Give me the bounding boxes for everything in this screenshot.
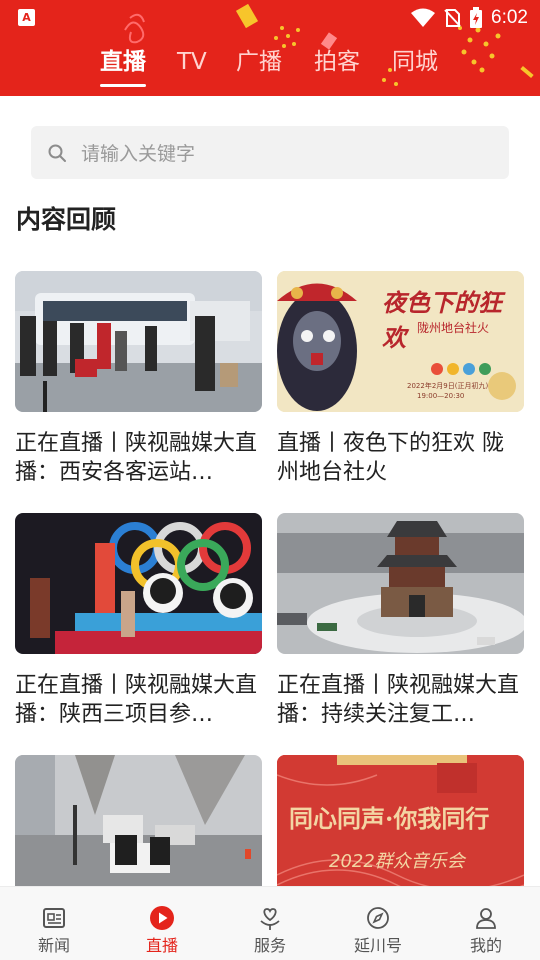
app-notification-icon: A [18, 9, 35, 26]
card-title: 直播丨夜色下的狂欢 陇州地台社火 [277, 431, 504, 485]
video-card[interactable]: 正在直播丨陕视融媒大直播：西安各客运站… [15, 271, 263, 487]
newspaper-icon [43, 908, 65, 928]
nav-label: 新闻 [37, 936, 70, 955]
card-title: 正在直播丨陕视融媒大直播：西安各客运站… [15, 431, 258, 485]
tab-live[interactable]: 直播 [100, 44, 146, 80]
category-tabs: 直播 TV 广播 拍客 同城 [0, 44, 540, 90]
active-tab-indicator [100, 84, 146, 87]
concert-poster: 同心同声·你我同行 2022群众音乐会 [277, 755, 524, 896]
poster-title: 同心同声·你我同行 [289, 804, 490, 833]
nav-label: 直播 [145, 936, 178, 955]
sim-off-icon [444, 9, 461, 27]
status-bar: A 6:02 [0, 0, 540, 36]
tab-tv[interactable]: TV [177, 44, 207, 80]
search-icon [48, 144, 66, 162]
nav-live[interactable]: 直播 [108, 887, 216, 960]
nav-service[interactable]: 服务 [216, 887, 324, 960]
search-placeholder: 请输入关键字 [81, 143, 196, 165]
poster-title: 夜色下的狂欢 [382, 288, 502, 352]
snow-street-police-photo [15, 755, 262, 896]
compass-icon [367, 907, 389, 929]
heart-hand-icon [260, 908, 280, 930]
tab-paike[interactable]: 拍客 [314, 44, 360, 80]
nav-yanchuan[interactable]: 延川号 [324, 887, 432, 960]
search-box[interactable]: 请输入关键字 [31, 126, 509, 179]
wifi-icon [411, 8, 436, 27]
tab-local[interactable]: 同城 [392, 44, 438, 80]
top-header: A 6:02 直播 TV 广播 拍客 同城 [0, 0, 540, 96]
poster-time: 19:00—20:30 [417, 392, 465, 400]
opera-mask-poster: 夜色下的狂欢 陇州地台社火 2022年2月9日(正月初九) 19:00—20:3… [277, 271, 524, 412]
video-card[interactable]: 正在直播丨陕视融媒大直播：持续关注复工… [277, 513, 525, 729]
nav-label: 我的 [469, 936, 502, 955]
nav-label: 服务 [253, 936, 286, 955]
poster-subtitle: 陇州地台社火 [417, 321, 490, 335]
poster-subtitle: 2022群众音乐会 [329, 851, 465, 872]
poster-date: 2022年2月9日(正月初九) [407, 382, 489, 390]
nav-label: 延川号 [353, 936, 402, 955]
lantern-olympic-rings-photo [15, 513, 262, 654]
video-card[interactable]: 夜色下的狂欢 陇州地台社火 2022年2月9日(正月初九) 19:00—20:3… [277, 271, 525, 487]
status-time: 6:02 [491, 7, 528, 28]
tab-radio[interactable]: 广播 [236, 44, 282, 80]
nav-news[interactable]: 新闻 [0, 887, 108, 960]
video-card[interactable]: 正在直播丨陕视融媒大直播：陕西三项目参… [15, 513, 263, 729]
card-title: 正在直播丨陕视融媒大直播：陕西三项目参… [15, 673, 258, 727]
bell-tower-snow-photo [277, 513, 524, 654]
section-title: 内容回顾 [16, 205, 117, 234]
battery-charging-icon [470, 7, 483, 28]
nav-mine[interactable]: 我的 [432, 887, 540, 960]
play-circle-icon [150, 906, 174, 930]
bottom-navigation: 新闻 直播 服务 延川号 我的 [0, 886, 540, 960]
user-icon [476, 908, 496, 929]
bus-station-photo [15, 271, 262, 412]
card-title: 正在直播丨陕视融媒大直播：持续关注复工… [277, 673, 520, 727]
